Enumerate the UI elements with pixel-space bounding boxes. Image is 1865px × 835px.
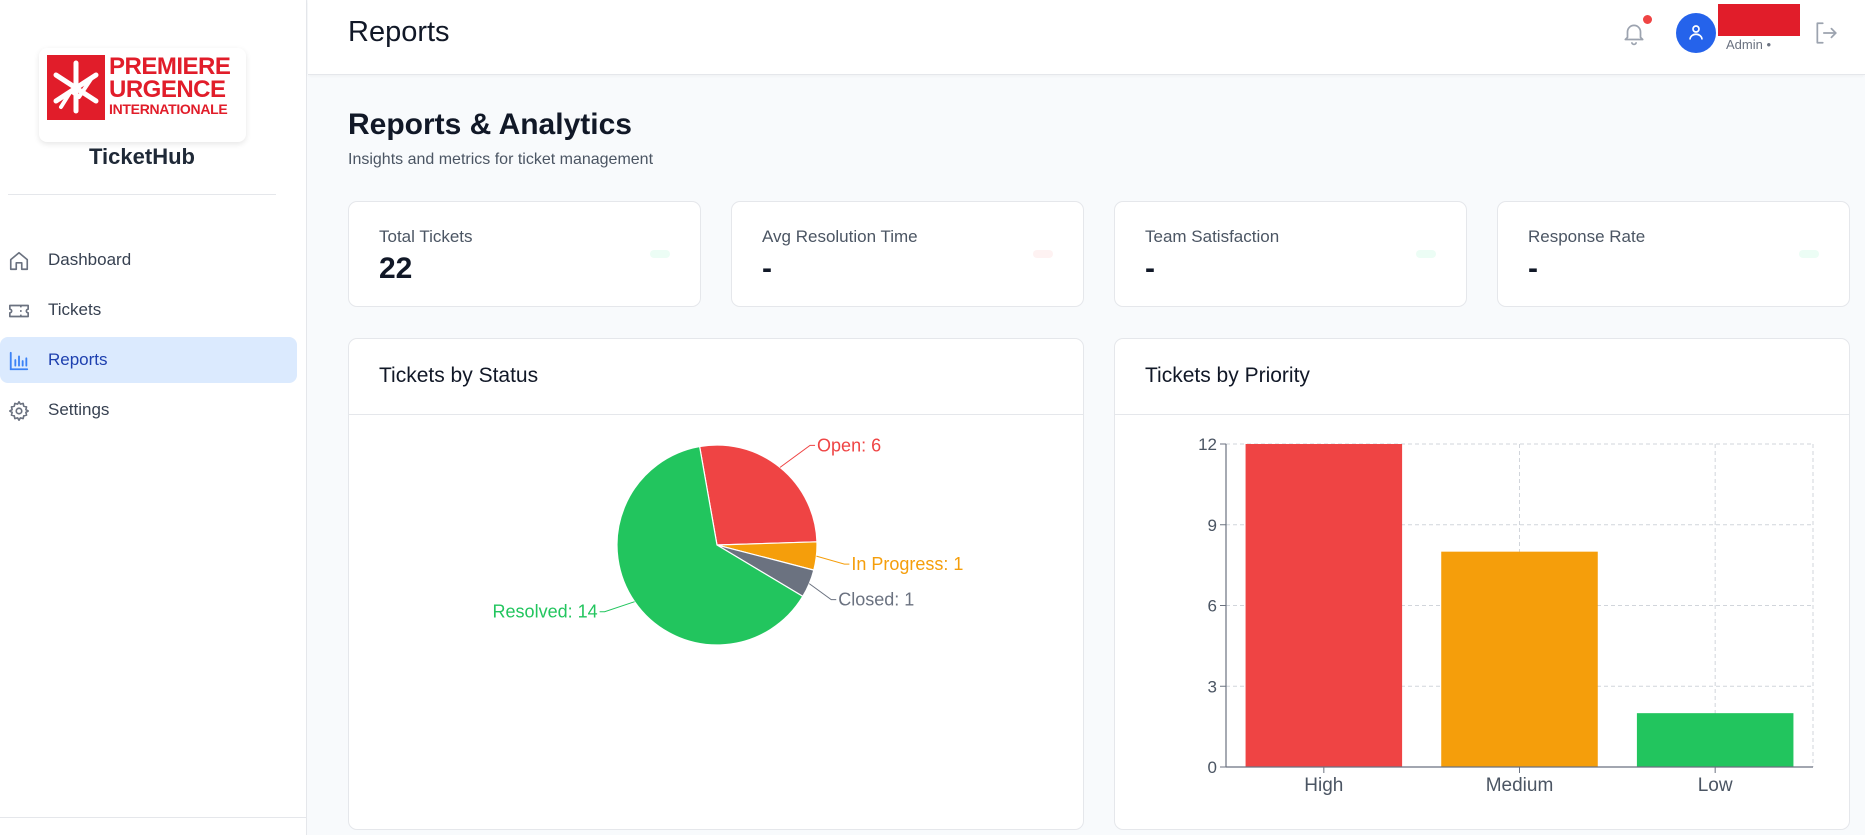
sidebar-nav: Dashboard Tickets Reports Settings [0,237,297,437]
bar-low [1636,713,1794,767]
sidebar-item-label: Dashboard [48,250,132,269]
ticket-icon [8,300,30,322]
logout-icon[interactable] [1813,20,1839,46]
pie-label-open: Open: 6 [817,435,881,455]
tickets-by-status-card: Tickets by Status Open: 6 In Progress: 1 C… [348,338,1084,830]
user-name-redacted [1718,4,1800,36]
stat-indicator [650,250,670,258]
avatar[interactable] [1676,13,1716,53]
page-title: Reports & Analytics [348,108,632,141]
pie-label-closed: Closed: 1 [838,590,914,610]
logo-text-line2: URGENCE [109,76,226,103]
logo-text-line1: PREMIERE [109,53,231,80]
stat-label: Total Tickets [379,227,473,246]
y-tick-label: 6 [1208,597,1217,616]
stat-indicator [1416,250,1436,258]
home-icon [8,250,30,272]
stat-label: Team Satisfaction [1145,227,1280,246]
stat-value: 22 [379,252,413,285]
stat-value: - [1528,252,1538,285]
sidebar-item-label: Reports [48,350,108,369]
pie-label-line [816,555,850,565]
stat-indicator [1033,250,1053,258]
y-tick-label: 12 [1198,435,1217,454]
brand-block: PREMIERE URGENCE INTERNATIONALE TicketHu… [8,18,276,195]
y-tick-label: 0 [1208,758,1217,777]
pie-slice-open [698,444,818,546]
stat-label: Avg Resolution Time [762,227,918,246]
priority-bar-chart: 0 3 6 9 12 High Medium Low [1198,435,1814,796]
header-title: Reports [348,16,450,48]
user-role: Admin • [1726,37,1772,52]
stat-card-total-tickets: Total Tickets 22 [348,201,701,307]
bar-medium [1441,551,1598,767]
sidebar-item-settings[interactable]: Settings [0,387,297,433]
card-title: Tickets by Status [379,364,539,387]
stat-value: - [1145,252,1155,285]
sidebar-item-label: Settings [48,400,110,419]
user-icon [1689,25,1703,40]
pie-label-resolved: Resolved: 14 [493,602,598,622]
logo-text-line3: INTERNATIONALE [109,101,228,117]
sidebar-item-tickets[interactable]: Tickets [0,287,297,333]
top-header: Reports Admin • [308,0,1865,75]
notification-dot [1643,15,1652,24]
x-tick-label-high: High [1304,775,1343,796]
stat-card-response-rate: Response Rate - [1497,201,1850,307]
pie-label-in-progress: In Progress: 1 [851,554,963,574]
card-title: Tickets by Priority [1145,364,1310,387]
tickets-by-priority-card: Tickets by Priority 0 3 6 9 12 High Medium Low [1114,338,1850,830]
stat-indicator [1799,250,1819,258]
gear-icon [8,400,30,422]
sidebar-item-dashboard[interactable]: Dashboard [0,237,297,283]
page-subtitle: Insights and metrics for ticket manageme… [348,151,654,168]
logo: PREMIERE URGENCE INTERNATIONALE [39,48,246,142]
x-tick-label-low: Low [1698,775,1733,796]
bar-chart-icon [8,350,30,372]
app-name: TicketHub [89,144,195,169]
stat-label: Response Rate [1528,227,1646,246]
pie-label-line [779,444,816,468]
bar-high [1245,444,1403,767]
y-tick-label: 9 [1208,516,1217,535]
stat-value: - [762,252,772,285]
pie-label-line [808,583,837,601]
stat-card-avg-resolution-time: Avg Resolution Time - [731,201,1084,307]
status-pie-chart: Open: 6 In Progress: 1 Closed: 1 Resolved: … [493,435,963,646]
sidebar: PREMIERE URGENCE INTERNATIONALE TicketHu… [0,0,307,835]
logo-emblem-icon [47,55,105,120]
y-tick-label: 3 [1208,677,1217,696]
sidebar-divider [0,817,307,818]
sidebar-item-label: Tickets [48,300,102,319]
bell-icon[interactable] [1621,20,1647,46]
x-tick-label-medium: Medium [1486,775,1554,796]
sidebar-item-reports[interactable]: Reports [0,337,297,383]
pie-label-line [599,601,635,613]
stat-card-team-satisfaction: Team Satisfaction - [1114,201,1467,307]
